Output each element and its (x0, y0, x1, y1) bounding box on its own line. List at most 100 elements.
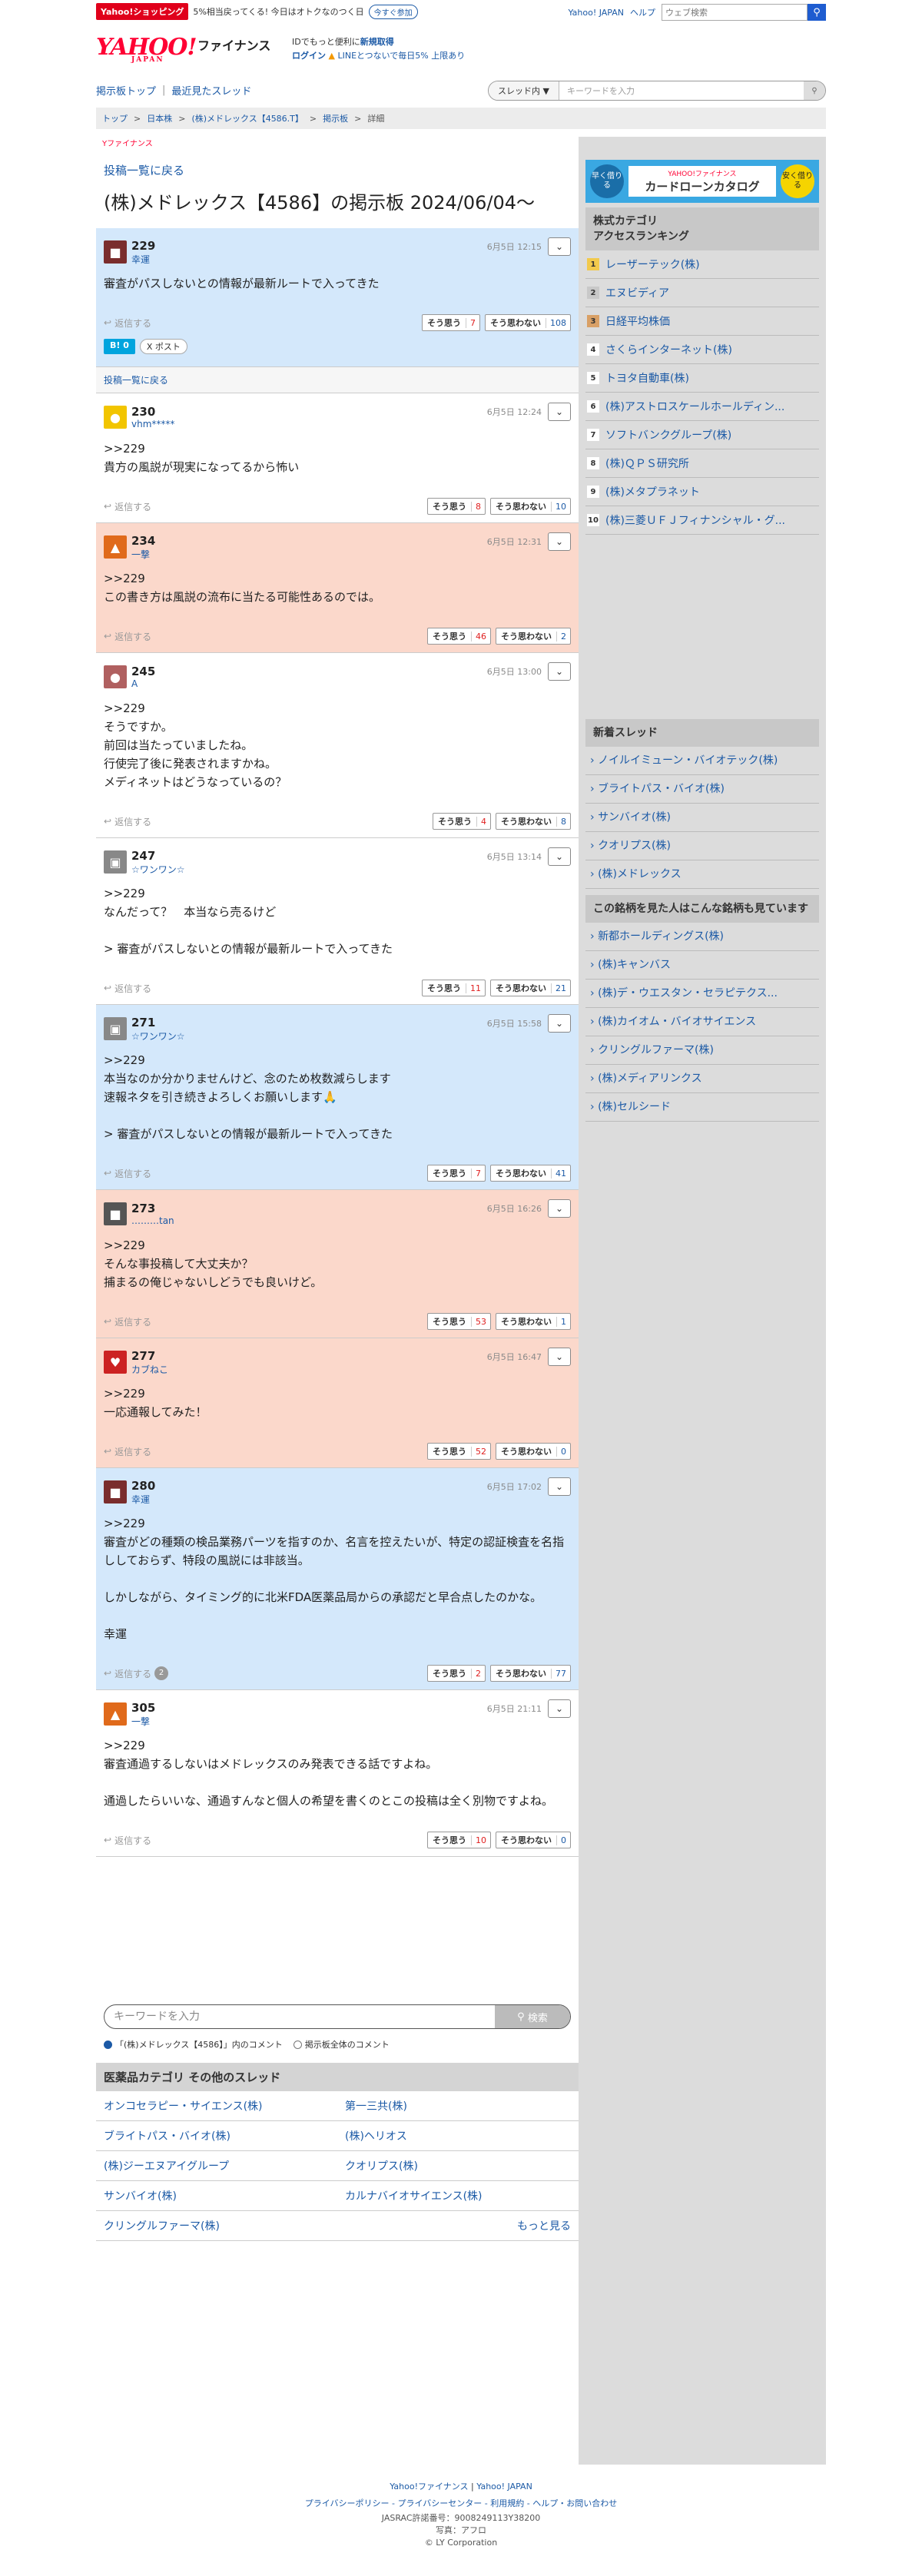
sidebar-thread-link[interactable]: › (株)メドレックス (585, 860, 819, 889)
disagree-button[interactable]: そう思わない 0 (496, 1443, 571, 1460)
post-number[interactable]: 245 (131, 665, 155, 678)
scope-radio-stock[interactable]: 「(株)メドレックス【4586】」内のコメント (104, 2038, 283, 2051)
other-thread-link[interactable]: カルナバイオサイエンス(株) (337, 2181, 579, 2211)
sidebar-thread-link[interactable]: › (株)カイオム・バイオサイエンス (585, 1008, 819, 1036)
yahoo-logo[interactable]: YAHOO! JAPAN (96, 34, 197, 64)
hatena-bookmark-button[interactable]: B! 0 (104, 339, 135, 354)
ranking-item[interactable]: 4 さくらインターネット(株) (585, 336, 819, 364)
bottom-keyword-input[interactable]: キーワードを入力 (104, 2005, 495, 2028)
promo-text[interactable]: 5%相当戻ってくる! 今日はオトクなのつく日 (193, 5, 363, 18)
sidebar-thread-link[interactable]: › クオリプス(株) (585, 832, 819, 860)
post-user[interactable]: ☆ワンワン☆ (131, 1029, 185, 1043)
avatar[interactable]: ▲ (104, 1702, 127, 1726)
join-button[interactable]: 今すぐ参加 (368, 4, 418, 19)
post-number[interactable]: 271 (131, 1016, 185, 1029)
footer-policy-links[interactable]: プライバシーポリシー - プライバシーセンター - 利用規約 - ヘルプ・お問い… (305, 2498, 617, 2508)
footer-finance-link[interactable]: Yahoo!ファイナンス (390, 2482, 468, 2491)
ranking-item[interactable]: 10 (株)三菱ＵＦＪフィナンシャル・グ... (585, 506, 819, 535)
back-to-list-link[interactable]: 投稿一覧に戻る (104, 162, 579, 178)
signup-link[interactable]: 新規取得 (360, 37, 394, 47)
disagree-button[interactable]: そう思わない 77 (490, 1665, 571, 1682)
recent-threads-link[interactable]: 最近見たスレッド (171, 83, 251, 98)
reply-count[interactable]: 2 (154, 1666, 169, 1680)
sidebar-thread-link[interactable]: › クリングルファーマ(株) (585, 1036, 819, 1065)
sidebar-thread-link[interactable]: › ノイルイミューン・バイオテック(株) (585, 747, 819, 775)
ranking-item[interactable]: 2 エヌビディア (585, 279, 819, 307)
reply-button[interactable]: ↩ 返信する (104, 815, 151, 828)
avatar[interactable]: ● (104, 665, 127, 688)
disagree-button[interactable]: そう思わない 2 (496, 628, 571, 645)
post-user[interactable]: A (131, 678, 155, 689)
post-menu-button[interactable]: ⌄ (548, 847, 571, 866)
post-user[interactable]: 一撃 (131, 1715, 155, 1728)
sidebar-thread-link[interactable]: › 新都ホールディングス(株) (585, 923, 819, 951)
other-thread-link[interactable]: サンバイオ(株) (96, 2181, 337, 2211)
agree-button[interactable]: そう思う 7 (427, 1165, 486, 1182)
disagree-button[interactable]: そう思わない 1 (496, 1313, 571, 1330)
post-menu-button[interactable]: ⌄ (548, 1348, 571, 1366)
sidebar-thread-link[interactable]: › サンバイオ(株) (585, 804, 819, 832)
avatar[interactable]: ● (104, 406, 127, 429)
post-user[interactable]: 一撃 (131, 548, 155, 561)
post-menu-button[interactable]: ⌄ (548, 1699, 571, 1718)
search-icon[interactable]: ⚲ (808, 4, 826, 21)
disagree-button[interactable]: そう思わない 0 (496, 1832, 571, 1848)
agree-button[interactable]: そう思う 8 (427, 498, 486, 515)
footer-yahoo-link[interactable]: Yahoo! JAPAN (476, 2482, 532, 2491)
ranking-item[interactable]: 9 (株)メタプラネット (585, 478, 819, 506)
ranking-item[interactable]: 7 ソフトバンクグループ(株) (585, 421, 819, 449)
other-thread-link[interactable]: クオリプス(株) (337, 2151, 579, 2181)
crumb-board[interactable]: 掲示板 (323, 112, 348, 124)
post-menu-button[interactable]: ⌄ (548, 1014, 571, 1033)
other-thread-link[interactable]: クリングルファーマ(株) (96, 2211, 337, 2241)
reply-button[interactable]: ↩ 返信する (104, 500, 151, 513)
service-name[interactable]: ファイナンス (197, 35, 270, 54)
post-user[interactable]: 幸運 (131, 1493, 155, 1506)
ranking-item[interactable]: 3 日経平均株価 (585, 307, 819, 336)
post-number[interactable]: 277 (131, 1349, 168, 1363)
sidebar-thread-link[interactable]: › (株)デ・ウエスタン・セラピテクス... (585, 980, 819, 1008)
avatar[interactable]: ▣ (104, 1017, 127, 1040)
agree-button[interactable]: そう思う 10 (427, 1832, 491, 1848)
web-search-input[interactable]: ウェブ検索 (662, 4, 808, 21)
card-loan-ad[interactable]: 早く借りる YAHOO!ファイナンス カードローンカタログ 安く借りる (585, 160, 819, 203)
scope-radio-all[interactable]: 掲示板全体のコメント (293, 2038, 390, 2051)
post-menu-button[interactable]: ⌄ (548, 237, 571, 256)
post-user[interactable]: ………tan (131, 1215, 174, 1226)
more-link[interactable]: もっと見る (337, 2211, 579, 2241)
post-menu-button[interactable]: ⌄ (548, 1477, 571, 1496)
agree-button[interactable]: そう思う 4 (433, 813, 491, 830)
other-thread-link[interactable]: (株)ジーエヌアイグループ (96, 2151, 337, 2181)
agree-button[interactable]: そう思う 52 (427, 1443, 491, 1460)
post-menu-button[interactable]: ⌄ (548, 662, 571, 681)
reply-button[interactable]: ↩ 返信する (104, 317, 151, 330)
agree-button[interactable]: そう思う 11 (422, 980, 486, 996)
post-user[interactable]: vhm***** (131, 419, 174, 429)
other-thread-link[interactable]: (株)ヘリオス (337, 2121, 579, 2151)
yahoo-japan-link[interactable]: Yahoo! JAPAN (568, 8, 624, 18)
post-number[interactable]: 234 (131, 534, 155, 548)
agree-button[interactable]: そう思う 46 (427, 628, 491, 645)
crumb-stock[interactable]: (株)メドレックス【4586.T】 (191, 112, 303, 124)
avatar[interactable]: ■ (104, 1480, 127, 1503)
disagree-button[interactable]: そう思わない 8 (496, 813, 571, 830)
sidebar-thread-link[interactable]: › (株)セルシード (585, 1093, 819, 1122)
other-thread-link[interactable]: 第一三共(株) (337, 2091, 579, 2121)
login-link[interactable]: ログイン (292, 51, 326, 61)
disagree-button[interactable]: そう思わない 10 (490, 498, 571, 515)
post-number[interactable]: 305 (131, 1701, 155, 1715)
disagree-button[interactable]: そう思わない 41 (490, 1165, 571, 1182)
post-menu-button[interactable]: ⌄ (548, 532, 571, 551)
post-number[interactable]: 273 (131, 1202, 174, 1215)
disagree-button[interactable]: そう思わない 21 (490, 980, 571, 996)
other-thread-link[interactable]: オンコセラピー・サイエンス(株) (96, 2091, 337, 2121)
help-link[interactable]: ヘルプ (630, 6, 655, 18)
sidebar-thread-link[interactable]: › (株)メディアリンクス (585, 1065, 819, 1093)
post-menu-button[interactable]: ⌄ (548, 1199, 571, 1218)
boards-top-link[interactable]: 掲示板トップ (96, 83, 156, 98)
avatar[interactable]: ▲ (104, 535, 127, 559)
reply-button[interactable]: ↩ 返信する (104, 630, 151, 643)
crumb-top[interactable]: トップ (102, 112, 128, 124)
reply-button[interactable]: ↩ 返信する (104, 1445, 151, 1458)
post-menu-button[interactable]: ⌄ (548, 403, 571, 421)
